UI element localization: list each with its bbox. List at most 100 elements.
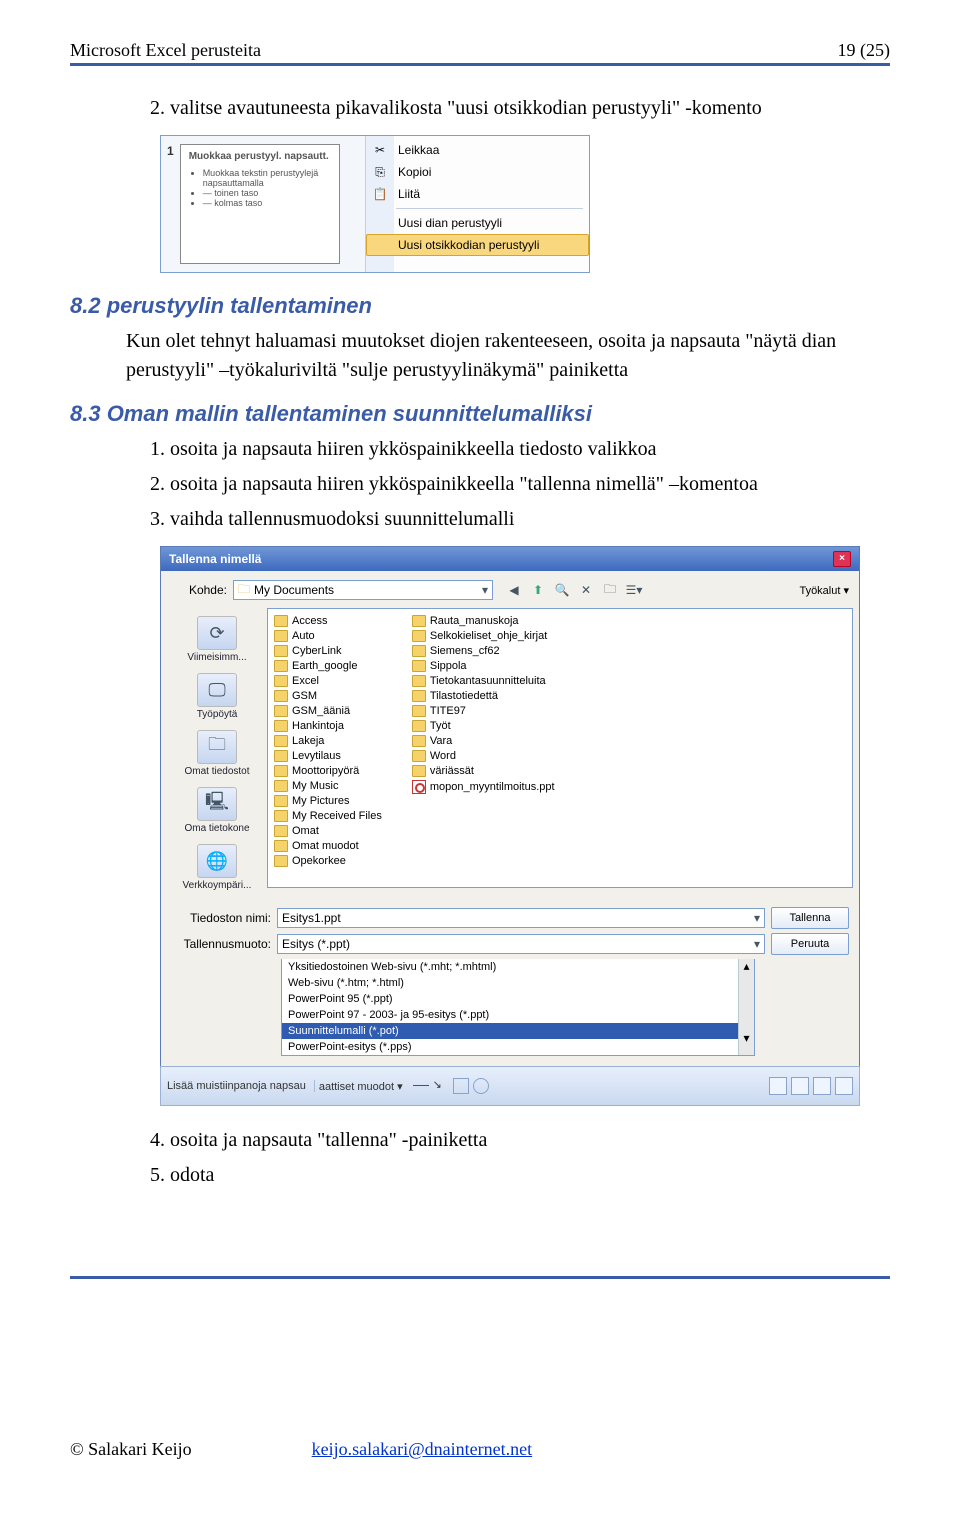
list-item: osoita ja napsauta hiiren ykköspainikkee… <box>170 435 890 464</box>
file-item[interactable]: Selkokieliset_ohje_kirjat <box>412 630 555 642</box>
views-icon[interactable]: ☰▾ <box>625 581 643 599</box>
dropdown-option[interactable]: Web-sivu (*.htm; *.html) <box>282 975 738 991</box>
folder-icon <box>274 690 288 702</box>
places-item[interactable]: 🖵Työpöytä <box>169 669 265 724</box>
close-icon[interactable]: × <box>833 551 851 567</box>
format-dropdown-list[interactable]: Yksitiedostoinen Web-sivu (*.mht; *.mhtm… <box>282 959 738 1055</box>
delete-icon[interactable]: ✕ <box>577 581 595 599</box>
places-item[interactable]: ⟳Viimeisimm... <box>169 612 265 667</box>
folder-icon <box>274 705 288 717</box>
file-item[interactable]: Vara <box>412 735 555 747</box>
folder-icon <box>274 825 288 837</box>
dropdown-option[interactable]: Suunnittelumalli (*.pot) <box>282 1023 738 1039</box>
format-combo[interactable]: Esitys (*.ppt)▾ <box>277 934 765 954</box>
place-icon: 🖳 <box>197 787 237 821</box>
slide-thumbnail: Muokkaa perustyyl. napsautt. Muokkaa tek… <box>180 144 340 264</box>
tool-icon[interactable] <box>769 1077 787 1095</box>
file-item[interactable]: Auto <box>274 630 382 642</box>
file-item[interactable]: Hankintoja <box>274 720 382 732</box>
file-item[interactable]: mopon_myyntilmoitus.ppt <box>412 780 555 794</box>
context-menu-screenshot: 1 Muokkaa perustyyl. napsautt. Muokkaa t… <box>160 135 590 273</box>
file-item[interactable]: Levytilaus <box>274 750 382 762</box>
line-icon[interactable] <box>413 1078 429 1086</box>
folder-icon <box>412 675 426 687</box>
file-item[interactable]: Excel <box>274 675 382 687</box>
file-item[interactable]: TITE97 <box>412 705 555 717</box>
file-item[interactable]: Sippola <box>412 660 555 672</box>
list-item: odota <box>170 1161 890 1190</box>
footer-email-link[interactable]: keijo.salakari@dnainternet.net <box>312 1439 533 1460</box>
file-item[interactable]: Access <box>274 615 382 627</box>
file-item[interactable]: My Received Files <box>274 810 382 822</box>
file-item[interactable]: Omat <box>274 825 382 837</box>
rect-icon[interactable] <box>453 1078 469 1094</box>
heading-8-2: 8.2 perustyylin tallentaminen <box>70 293 890 319</box>
places-item[interactable]: 🖳Oma tietokone <box>169 783 265 838</box>
oval-icon[interactable] <box>473 1078 489 1094</box>
search-icon[interactable]: 🔍 <box>553 581 571 599</box>
shapes-toolbar: Lisää muistiinpanoja napsau aattiset muo… <box>160 1066 860 1106</box>
context-menu-item[interactable]: ⎘Kopioi <box>366 161 589 183</box>
places-item[interactable]: 🌐Verkkoympäri... <box>169 840 265 895</box>
folder-icon <box>274 810 288 822</box>
file-item[interactable]: Siemens_cf62 <box>412 645 555 657</box>
menu-item-icon: ⎘ <box>372 164 388 180</box>
file-item[interactable]: GSM_ääniä <box>274 705 382 717</box>
tools-menu[interactable]: Työkalut ▾ <box>799 584 849 597</box>
file-item[interactable]: My Pictures <box>274 795 382 807</box>
tool-icon[interactable] <box>813 1077 831 1095</box>
file-item[interactable]: My Music <box>274 780 382 792</box>
folder-icon <box>274 840 288 852</box>
dialog-title: Tallenna nimellä <box>169 552 261 566</box>
file-item[interactable]: Opekorkee <box>274 855 382 867</box>
folder-icon <box>412 720 426 732</box>
folder-icon <box>412 735 426 747</box>
folder-icon <box>274 780 288 792</box>
kohde-combo[interactable]: 🗀 My Documents ▾ <box>233 580 493 600</box>
context-menu: ✂Leikkaa⎘Kopioi📋Liitä Uusi dian perustyyl… <box>366 136 589 272</box>
folder-icon <box>412 750 426 762</box>
folder-icon <box>412 615 426 627</box>
autoshapes-menu[interactable]: aattiset muodot ▾ <box>319 1080 403 1093</box>
dropdown-option[interactable]: PowerPoint-esitys (*.pps) <box>282 1039 738 1055</box>
arrow-icon[interactable]: ↘ <box>433 1078 449 1094</box>
file-item[interactable]: Moottoripyörä <box>274 765 382 777</box>
file-item[interactable]: Earth_google <box>274 660 382 672</box>
folder-icon <box>412 765 426 777</box>
cancel-button[interactable]: Peruuta <box>771 933 849 955</box>
folder-icon <box>274 675 288 687</box>
dropdown-option[interactable]: Yksitiedostoinen Web-sivu (*.mht; *.mhtm… <box>282 959 738 975</box>
context-menu-item[interactable]: ✂Leikkaa <box>366 139 589 161</box>
scrollbar[interactable]: ▴ ▾ <box>738 959 754 1055</box>
folder-icon <box>274 615 288 627</box>
tool-icon[interactable] <box>835 1077 853 1095</box>
format-label: Tallennusmuoto: <box>171 937 271 951</box>
file-item[interactable]: Lakeja <box>274 735 382 747</box>
step-list-2: osoita ja napsauta hiiren ykköspainikkee… <box>70 435 890 534</box>
file-item[interactable]: Word <box>412 750 555 762</box>
dropdown-option[interactable]: PowerPoint 97 - 2003- ja 95-esitys (*.pp… <box>282 1007 738 1023</box>
file-item[interactable]: CyberLink <box>274 645 382 657</box>
file-item[interactable]: väriässät <box>412 765 555 777</box>
tool-icon[interactable] <box>791 1077 809 1095</box>
context-menu-item[interactable]: Uusi otsikkodian perustyyli <box>366 234 589 256</box>
up-icon[interactable]: ⬆ <box>529 581 547 599</box>
save-as-dialog-screenshot: Tallenna nimellä × Kohde: 🗀 My Documents… <box>160 546 860 1067</box>
file-item[interactable]: Tietokantasuunnitteluita <box>412 675 555 687</box>
context-menu-item[interactable]: 📋Liitä <box>366 183 589 205</box>
new-folder-icon[interactable]: 🗀 <box>601 581 619 599</box>
context-menu-item[interactable]: Uusi dian perustyyli <box>366 212 589 234</box>
file-item[interactable]: GSM <box>274 690 382 702</box>
back-icon[interactable]: ◀ <box>505 581 523 599</box>
places-item[interactable]: 🗀Omat tiedostot <box>169 726 265 781</box>
file-item[interactable]: Rauta_manuskoja <box>412 615 555 627</box>
header-right: 19 (25) <box>838 40 891 61</box>
file-item[interactable]: Tilastotiedettä <box>412 690 555 702</box>
header-left: Microsoft Excel perusteita <box>70 40 261 61</box>
folder-icon <box>274 750 288 762</box>
filename-input[interactable]: Esitys1.ppt▾ <box>277 908 765 928</box>
save-button[interactable]: Tallenna <box>771 907 849 929</box>
dropdown-option[interactable]: PowerPoint 95 (*.ppt) <box>282 991 738 1007</box>
file-item[interactable]: Omat muodot <box>274 840 382 852</box>
file-item[interactable]: Työt <box>412 720 555 732</box>
